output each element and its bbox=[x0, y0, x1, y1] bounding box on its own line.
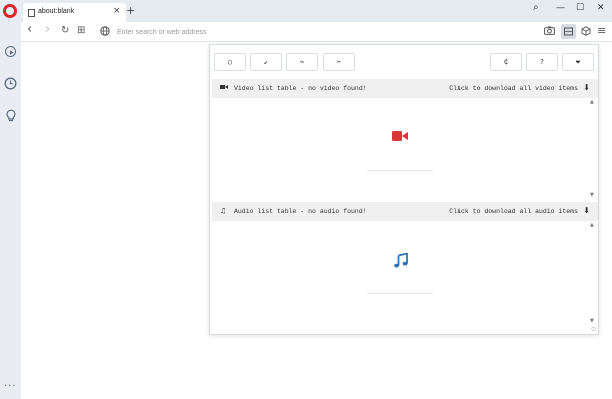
video-scrollbar[interactable]: ▲ ▼ bbox=[590, 98, 598, 199]
audio-list-header: ♫ Audio list table - no audio found! › C… bbox=[212, 202, 598, 221]
resize-grip-icon[interactable]: ⊙ bbox=[591, 326, 596, 333]
video-download-icon[interactable]: ⬇ bbox=[583, 83, 590, 92]
address-bar: ‹ › ↻ ⊞ ≡ bbox=[21, 22, 612, 42]
lightbulb-icon[interactable] bbox=[3, 108, 18, 123]
page-icon bbox=[28, 9, 35, 17]
tab-close-icon[interactable]: × bbox=[113, 6, 121, 16]
more-icon[interactable]: ··· bbox=[4, 382, 17, 392]
video-list-body bbox=[212, 98, 589, 196]
audio-scroll-down-icon[interactable]: ▼ bbox=[590, 318, 594, 324]
globe-icon bbox=[100, 26, 110, 39]
audio-list-title: Audio list table - no audio found! bbox=[234, 208, 367, 215]
audio-list-body bbox=[212, 221, 589, 321]
tool-button-5[interactable]: ₵ bbox=[490, 53, 522, 71]
audio-download-all-link[interactable]: Click to download all audio items bbox=[449, 208, 578, 215]
address-input[interactable] bbox=[117, 25, 417, 39]
extension-button-active[interactable] bbox=[561, 24, 576, 39]
video-list-title: Video list table - no video found! bbox=[234, 85, 367, 92]
tool-button-3[interactable]: ⌁ bbox=[286, 53, 318, 71]
back-button[interactable]: ‹ bbox=[27, 22, 32, 37]
favorite-button[interactable]: ❤ bbox=[562, 53, 594, 71]
video-scroll-down-icon[interactable]: ▼ bbox=[590, 192, 594, 198]
cube-icon[interactable] bbox=[581, 26, 591, 39]
new-tab-button[interactable]: + bbox=[126, 4, 135, 17]
reload-button[interactable]: ↻ bbox=[61, 25, 69, 36]
minimize-button[interactable]: — bbox=[556, 3, 565, 13]
close-window-button[interactable]: ✕ bbox=[597, 3, 605, 13]
tool-button-2[interactable]: ↙ bbox=[250, 53, 282, 71]
tab-bar: about:blank × + ⌕ — ☐ ✕ bbox=[21, 0, 612, 22]
tool-button-1[interactable]: ○ bbox=[214, 53, 246, 71]
tab-about-blank[interactable]: about:blank × bbox=[23, 3, 126, 22]
camera-icon[interactable] bbox=[544, 26, 555, 38]
music-small-icon: ♫ bbox=[220, 207, 227, 215]
history-icon[interactable] bbox=[3, 76, 18, 91]
extension-popup: ○ ↙ ⌁ ✂ ₵ ? ❤ Video list table - no vide… bbox=[209, 44, 599, 335]
help-button[interactable]: ? bbox=[526, 53, 558, 71]
forward-button[interactable]: › bbox=[45, 22, 50, 37]
menu-icon[interactable]: ≡ bbox=[597, 24, 606, 37]
audio-scroll-up-icon[interactable]: ▲ bbox=[590, 222, 594, 228]
browser-window: ··· about:blank × + ⌕ — ☐ ✕ ‹ › ↻ ⊞ ≡ bbox=[0, 0, 612, 399]
player-ring-icon bbox=[5, 46, 16, 57]
tab-title: about:blank bbox=[38, 8, 75, 15]
video-small-icon bbox=[220, 84, 228, 90]
player-icon[interactable] bbox=[3, 44, 18, 59]
video-download-all-link[interactable]: Click to download all video items bbox=[449, 85, 578, 92]
video-scroll-up-icon[interactable]: ▲ bbox=[590, 99, 594, 105]
audio-scrollbar[interactable]: ▲ ▼ bbox=[590, 221, 598, 325]
video-empty-divider bbox=[367, 170, 433, 171]
opera-logo-icon[interactable] bbox=[3, 4, 17, 18]
tool-button-4[interactable]: ✂ bbox=[323, 53, 355, 71]
tab-search-icon[interactable]: ⌕ bbox=[533, 2, 539, 13]
music-note-icon bbox=[394, 253, 408, 268]
audio-download-icon[interactable]: ⬇ bbox=[583, 206, 590, 215]
video-camera-icon bbox=[392, 131, 408, 141]
opera-sidebar: ··· bbox=[0, 0, 21, 399]
speed-dial-button[interactable]: ⊞ bbox=[77, 25, 85, 36]
audio-empty-divider bbox=[367, 293, 433, 294]
video-list-header: Video list table - no video found! › Cli… bbox=[212, 79, 598, 98]
maximize-button[interactable]: ☐ bbox=[576, 3, 584, 13]
